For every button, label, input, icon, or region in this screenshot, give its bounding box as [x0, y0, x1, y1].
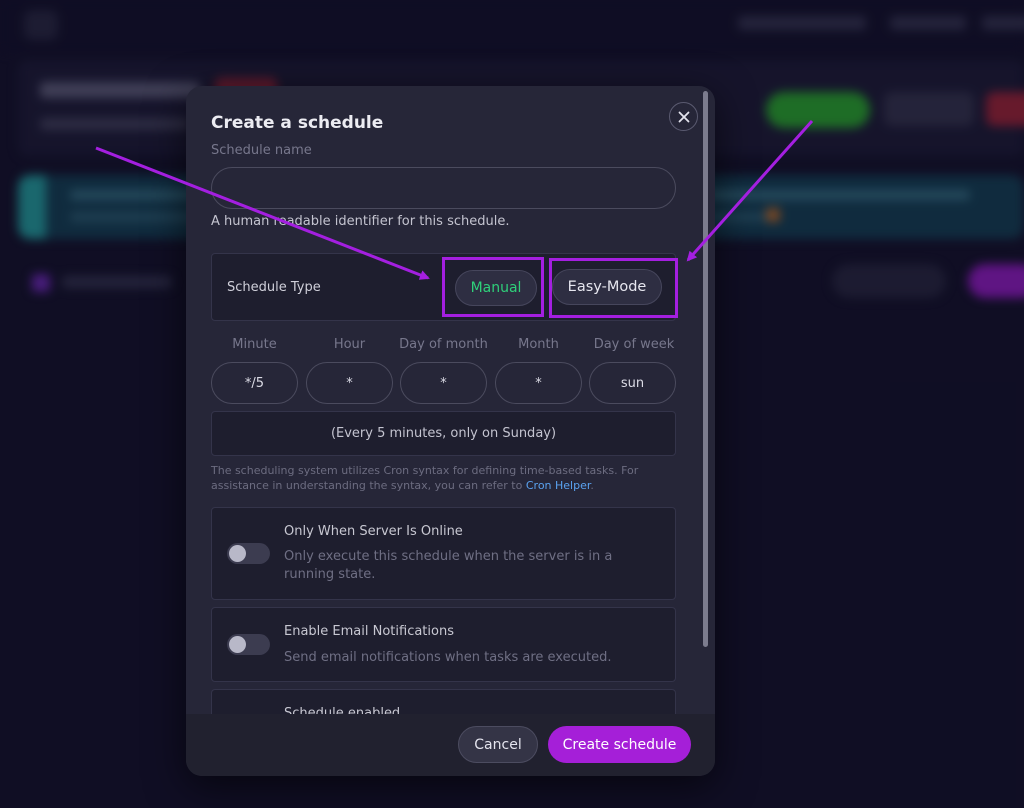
arrow-to-easy-mode	[686, 120, 814, 262]
annotation-arrows	[95, 120, 814, 280]
arrow-to-manual	[95, 146, 430, 280]
